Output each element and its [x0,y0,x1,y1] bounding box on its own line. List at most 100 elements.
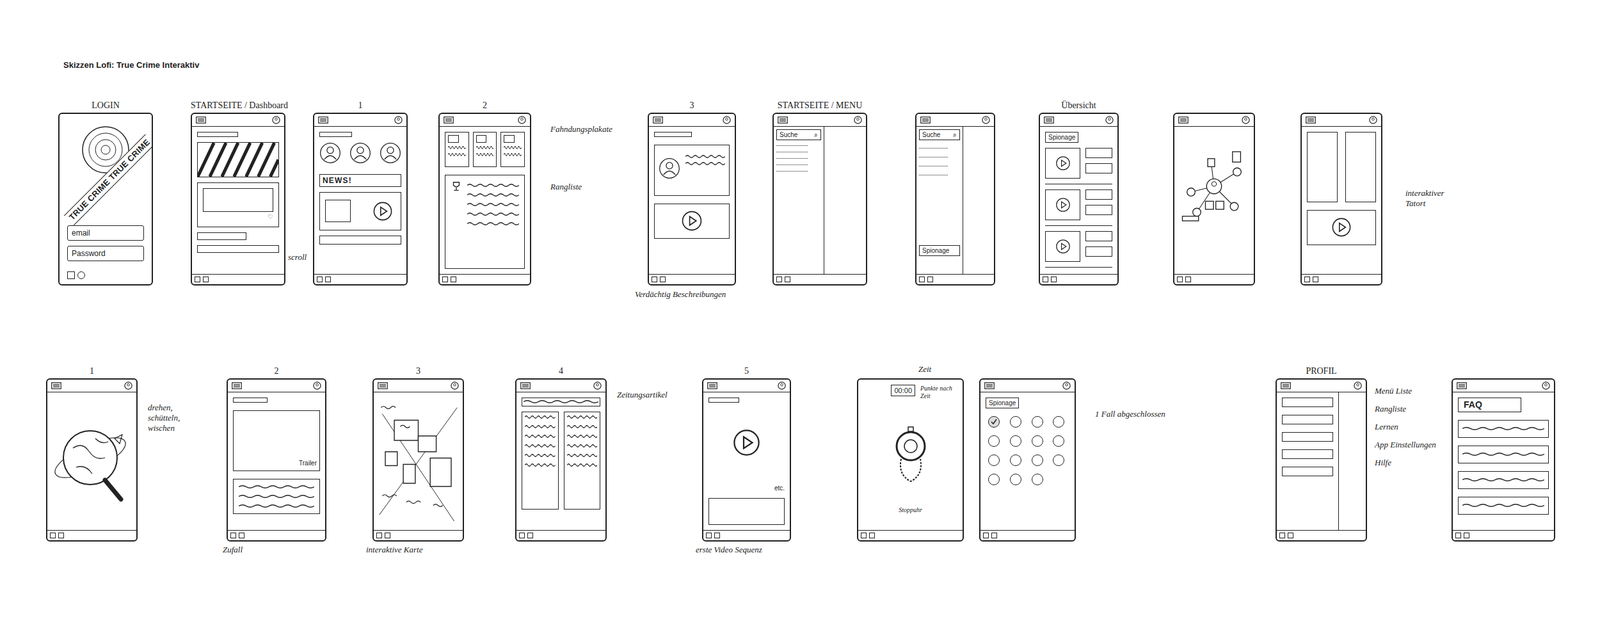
nav-button[interactable] [1463,532,1470,539]
case-badge[interactable] [1031,473,1044,486]
avatar-icon[interactable] [517,115,527,125]
menu-icon[interactable] [1280,382,1291,390]
avatar-icon[interactable] [312,381,322,390]
menu-icon[interactable] [443,116,454,124]
case-badge[interactable] [988,435,1000,447]
nav-button[interactable] [1312,276,1319,283]
case-badge[interactable] [1009,435,1022,447]
nav-button[interactable] [194,276,201,283]
menu-icon[interactable] [1178,116,1189,124]
interactive-map-icon[interactable] [376,394,461,528]
avatar-icon[interactable] [450,381,459,390]
case-row[interactable] [1045,147,1113,185]
menu-icon[interactable] [707,382,718,390]
case-row[interactable] [1045,189,1113,226]
avatar-icon[interactable] [272,115,281,125]
nav-button[interactable] [442,276,448,283]
case-badge[interactable] [1009,416,1022,428]
nav-button[interactable] [1279,532,1286,539]
social-login-button[interactable] [67,271,75,280]
avatar-icon[interactable] [394,115,403,125]
avatar-icon[interactable] [981,115,991,125]
nav-button[interactable] [316,276,323,283]
nav-button[interactable] [651,276,658,283]
menu-icon[interactable] [51,382,62,390]
nav-button[interactable] [714,532,720,539]
nav-button[interactable] [1287,532,1294,539]
menu-icon[interactable] [1456,382,1467,390]
text-field[interactable]: Password [67,245,144,262]
avatar-icon[interactable] [1105,115,1114,125]
category-item[interactable]: Spionage [919,245,960,256]
case-badge[interactable] [988,416,1000,428]
social-login-button[interactable] [77,271,86,280]
menu-item[interactable] [919,165,948,168]
play-icon[interactable] [732,428,761,457]
menu-icon[interactable] [984,382,995,390]
menu-icon[interactable] [195,116,207,124]
menu-icon[interactable] [1043,116,1055,124]
case-badge[interactable] [1031,416,1044,428]
avatar-icon[interactable] [1541,381,1551,390]
avatar-icon[interactable] [1241,115,1250,125]
avatar-icon[interactable] [1368,115,1378,125]
nav-button[interactable] [238,532,245,539]
avatar-icon[interactable] [853,115,863,125]
menu-icon[interactable] [1305,116,1316,124]
menu-item[interactable] [776,170,808,173]
nav-button[interactable] [1176,276,1183,283]
menu-icon[interactable] [920,116,931,124]
case-badge[interactable] [1031,435,1044,447]
nav-button[interactable] [450,276,457,283]
menu-item[interactable] [776,145,808,147]
case-badge[interactable] [1031,454,1044,466]
nav-button[interactable] [230,532,237,539]
menu-icon[interactable] [377,382,388,390]
nav-button[interactable] [983,532,989,539]
menu-icon[interactable] [652,116,664,124]
avatar-icon[interactable] [1353,381,1362,390]
nav-button[interactable] [1185,276,1192,283]
menu-item[interactable] [919,147,948,150]
search-field[interactable] [197,131,239,137]
nav-button[interactable] [705,532,712,539]
nav-button[interactable] [869,532,875,539]
case-badge[interactable] [988,473,1000,486]
nav-button[interactable] [49,532,56,539]
avatar-icon[interactable] [593,381,602,390]
case-badge[interactable] [1052,435,1065,447]
nav-button[interactable] [325,276,331,283]
menu-item[interactable] [776,164,808,166]
globe-magnifier-icon[interactable] [50,412,134,509]
play-icon[interactable] [680,209,703,232]
nav-button[interactable] [927,276,934,283]
menu-icon[interactable] [777,116,788,124]
suspect-network-icon[interactable] [1179,131,1249,241]
case-badge[interactable] [1009,473,1022,486]
play-icon[interactable] [1055,197,1071,213]
play-icon[interactable] [1055,238,1071,255]
play-icon[interactable] [1055,155,1071,171]
nav-button[interactable] [1455,532,1462,539]
nav-button[interactable] [202,276,209,283]
nav-button[interactable] [659,276,666,283]
avatar-icon[interactable] [722,115,731,125]
nav-button[interactable] [58,532,64,539]
nav-button[interactable] [384,532,391,539]
menu-icon[interactable] [318,116,329,124]
nav-button[interactable] [1042,276,1049,283]
nav-button[interactable] [991,532,998,539]
nav-button[interactable] [527,532,534,539]
search-field[interactable]: Suche⌕ [919,129,960,141]
nav-button[interactable] [860,532,867,539]
menu-item[interactable] [919,174,948,176]
case-badge[interactable] [988,454,1000,466]
nav-button[interactable] [784,276,791,283]
menu-icon[interactable] [231,382,242,390]
nav-button[interactable] [1304,276,1311,283]
case-badge[interactable] [1052,454,1065,466]
menu-item[interactable] [776,158,808,160]
play-icon[interactable] [372,200,393,222]
play-icon[interactable] [1331,216,1352,238]
nav-button[interactable] [1050,276,1057,283]
